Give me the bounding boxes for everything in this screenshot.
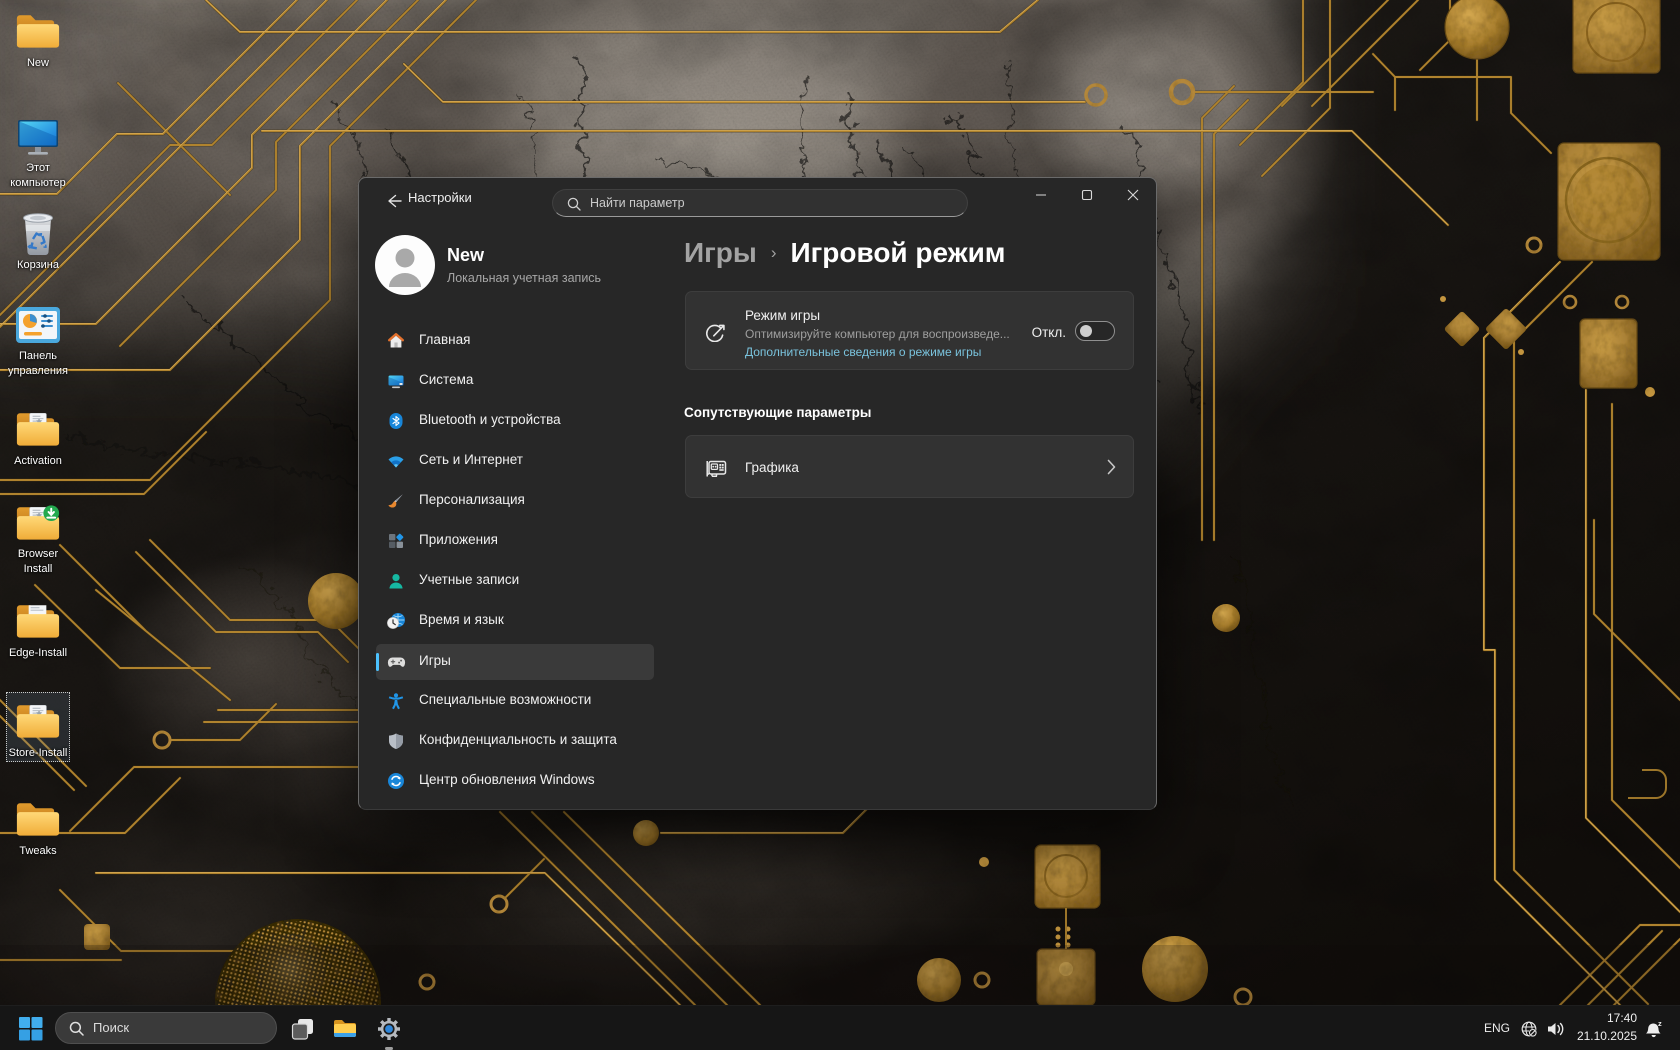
svg-text:z: z <box>1658 1019 1662 1028</box>
